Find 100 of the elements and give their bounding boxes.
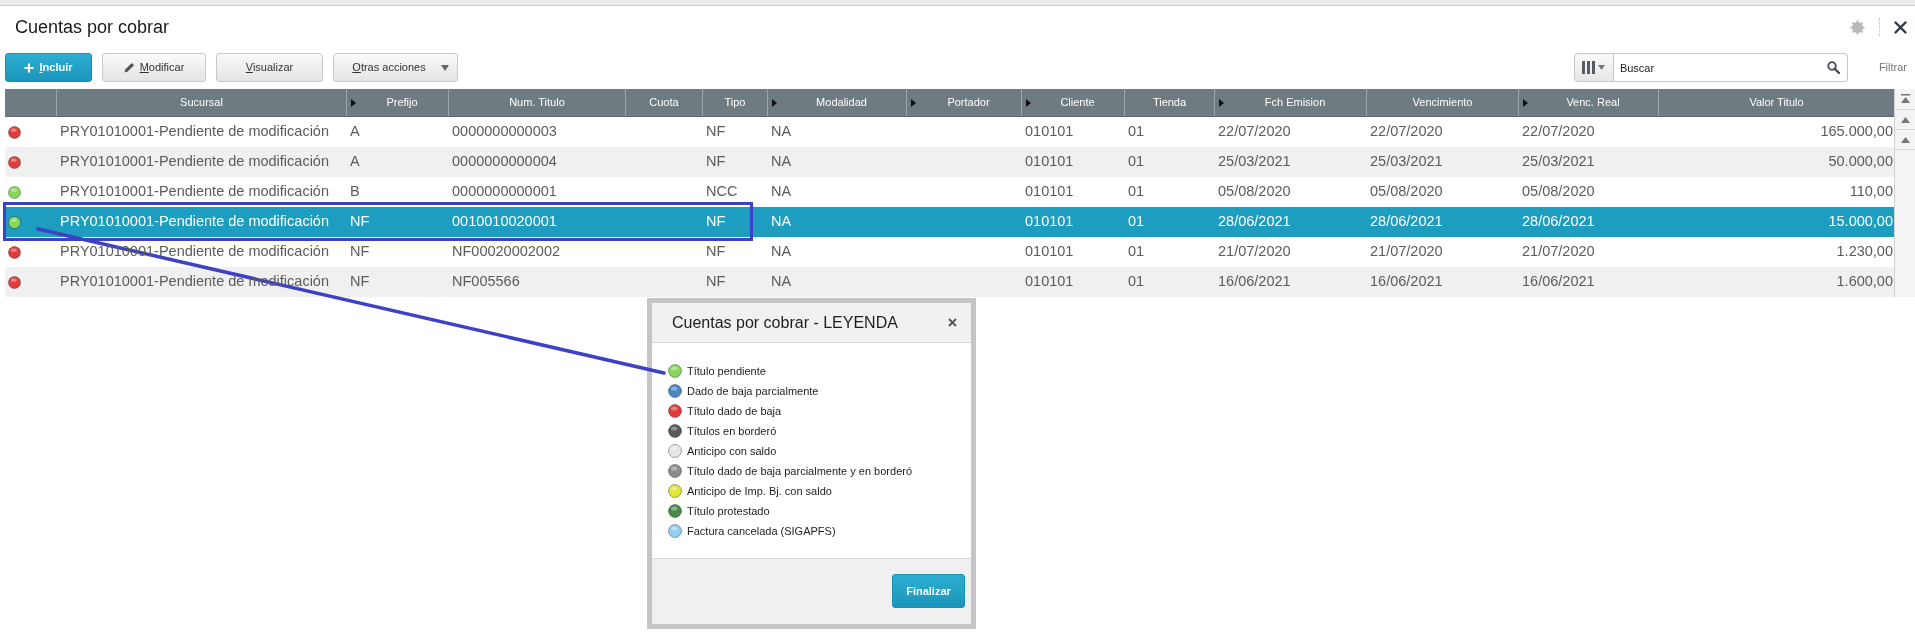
close-icon [948, 318, 957, 327]
table-cell-text: NF [705, 212, 727, 232]
table-cell-text: A [349, 122, 361, 142]
table-row[interactable]: PRY01010001-Pendiente de modificación NF 0010010020001 NF NA 010101 01 28/06/2021 28/06/2021 28/06/2021 15.000,00 [5, 207, 1894, 237]
table-cell-text: 010101 [1024, 122, 1075, 142]
pencil-icon [123, 62, 135, 73]
table-cell-text: 50.000,00 [1827, 152, 1894, 172]
window-title: Cuentas por cobrar [15, 15, 170, 39]
caret-down-icon [1598, 65, 1606, 70]
legend-label: Dado de baja parcialmente [687, 383, 819, 399]
table-cell-text: 0000000000001 [451, 182, 558, 202]
table-cell-text: NA [770, 242, 793, 262]
table-cell-text: NF [349, 272, 371, 292]
table-cell-text: NF00020002002 [451, 242, 562, 262]
column-header[interactable]: Cuota [626, 94, 702, 111]
table-cell-text: 16/06/2021 [1369, 272, 1444, 292]
legend-label: Anticipo con saldo [687, 443, 777, 459]
column-header[interactable]: Fch Emision [1224, 94, 1366, 111]
edit-button[interactable]: Modificar [102, 53, 206, 82]
table-cell-text: NA [770, 152, 793, 172]
column-header[interactable]: Tienda [1125, 94, 1214, 111]
menu-button[interactable]: Otras acciones [333, 53, 458, 82]
table-cell-text: 01 [1127, 242, 1146, 262]
table-cell-text: 010101 [1024, 272, 1075, 292]
table-cell-text: 01 [1127, 122, 1146, 142]
table-cell-text: 010101 [1024, 212, 1075, 232]
dialog-title: Cuentas por cobrar - LEYENDA [672, 312, 898, 333]
table-cell-text: 010101 [1024, 182, 1075, 202]
column-header[interactable]: Prefijo [356, 94, 448, 111]
table-cell-text: 05/08/2020 [1369, 182, 1444, 202]
table-cell-text: NCC [705, 182, 739, 202]
table-cell-text: A [349, 152, 361, 172]
table-cell-text: 25/03/2021 [1217, 152, 1292, 172]
finish-button[interactable]: Finalizar [892, 574, 965, 608]
column-header[interactable]: Cliente [1031, 94, 1124, 111]
table-cell-text: 21/07/2020 [1369, 242, 1444, 262]
table-cell-text: PRY01010001-Pendiente de modificación [59, 212, 330, 232]
plus-icon [24, 62, 35, 73]
table-cell-text: PRY01010001-Pendiente de modificación [59, 152, 330, 172]
table-cell-text: NF [349, 212, 371, 232]
columns-button[interactable] [1573, 53, 1614, 82]
table-cell-text: 28/06/2021 [1217, 212, 1292, 232]
table-cell-text: 1.230,00 [1835, 242, 1894, 262]
legend-label: Factura cancelada (SIGAPFS) [687, 523, 836, 539]
table-cell-text: NA [770, 182, 793, 202]
column-header[interactable]: Vencimiento [1367, 94, 1518, 111]
add-button[interactable]: Incluir [5, 53, 92, 82]
column-header[interactable]: Portador [916, 94, 1021, 111]
table-cell-text: NF [349, 242, 371, 262]
table-cell-text: NA [770, 212, 793, 232]
columns-icon [1582, 61, 1596, 74]
legend-label: Título dado de baja [687, 403, 782, 419]
table-cell-text: 01 [1127, 152, 1146, 172]
column-header[interactable]: Valor Titulo [1659, 94, 1894, 111]
table-cell-text: NF [705, 122, 727, 142]
table-cell-text: 010101 [1024, 242, 1075, 262]
close-button[interactable] [948, 318, 957, 327]
table-cell-text: 22/07/2020 [1217, 122, 1292, 142]
caret-down-icon [440, 64, 449, 71]
view-button[interactable]: Visualizar [216, 53, 323, 82]
table-cell-text: 05/08/2020 [1521, 182, 1596, 202]
table-cell-text: 05/08/2020 [1217, 182, 1292, 202]
table-cell-text: 01 [1127, 212, 1146, 232]
table-cell-text: 010101 [1024, 152, 1075, 172]
legend-label: Título pendiente [687, 363, 766, 379]
legend-label: Título dado de baja parcialmente y en borderó [687, 463, 913, 479]
table-cell-text: 22/07/2020 [1369, 122, 1444, 142]
search-icon [1826, 61, 1840, 74]
table-cell-text: 28/06/2021 [1521, 212, 1596, 232]
table-cell-text: 01 [1127, 272, 1146, 292]
table-cell-text: 16/06/2021 [1521, 272, 1596, 292]
table-cell-text: 22/07/2020 [1521, 122, 1596, 142]
close-button[interactable] [1894, 20, 1907, 34]
table-cell-text: 25/03/2021 [1369, 152, 1444, 172]
table-cell-text: B [349, 182, 361, 202]
table-cell-text: 0000000000003 [451, 122, 558, 142]
column-header[interactable]: Modalidad [777, 94, 906, 111]
table-row[interactable]: PRY01010001-Pendiente de modificación A 0000000000004 NF NA 010101 01 25/03/2021 25/03/2021 25/03/2021 50.000,00 [5, 147, 1894, 177]
table-cell-text: 16/06/2021 [1217, 272, 1292, 292]
table-cell-text: NF [705, 152, 727, 172]
column-header[interactable]: Sucursal [57, 94, 346, 111]
table-cell-text: 21/07/2020 [1521, 242, 1596, 262]
column-header[interactable]: Num. Titulo [449, 94, 625, 111]
table-cell-text: 110,00 [1848, 182, 1894, 202]
column-header[interactable]: Tipo [703, 94, 767, 111]
up-triangle-bar-icon [1900, 94, 1910, 104]
table-cell-text: 01 [1127, 182, 1146, 202]
table-cell-text: NF005566 [451, 272, 521, 292]
table-cell-text: 0010010020001 [451, 212, 558, 232]
table-cell-text: 15.000,00 [1827, 212, 1894, 232]
table-cell-text: PRY01010001-Pendiente de modificación [59, 182, 330, 202]
table-cell-text: 0000000000004 [451, 152, 558, 172]
up-triangle-icon [1900, 136, 1910, 143]
gear-icon [1850, 19, 1865, 35]
search-field[interactable]: Buscar [1613, 53, 1848, 82]
table-cell-text: NA [770, 272, 793, 292]
filter-link[interactable]: Filtrar [1878, 59, 1907, 76]
table-cell-text: 21/07/2020 [1217, 242, 1292, 262]
column-header[interactable]: Venc. Real [1528, 94, 1658, 111]
close-icon [1894, 20, 1907, 34]
